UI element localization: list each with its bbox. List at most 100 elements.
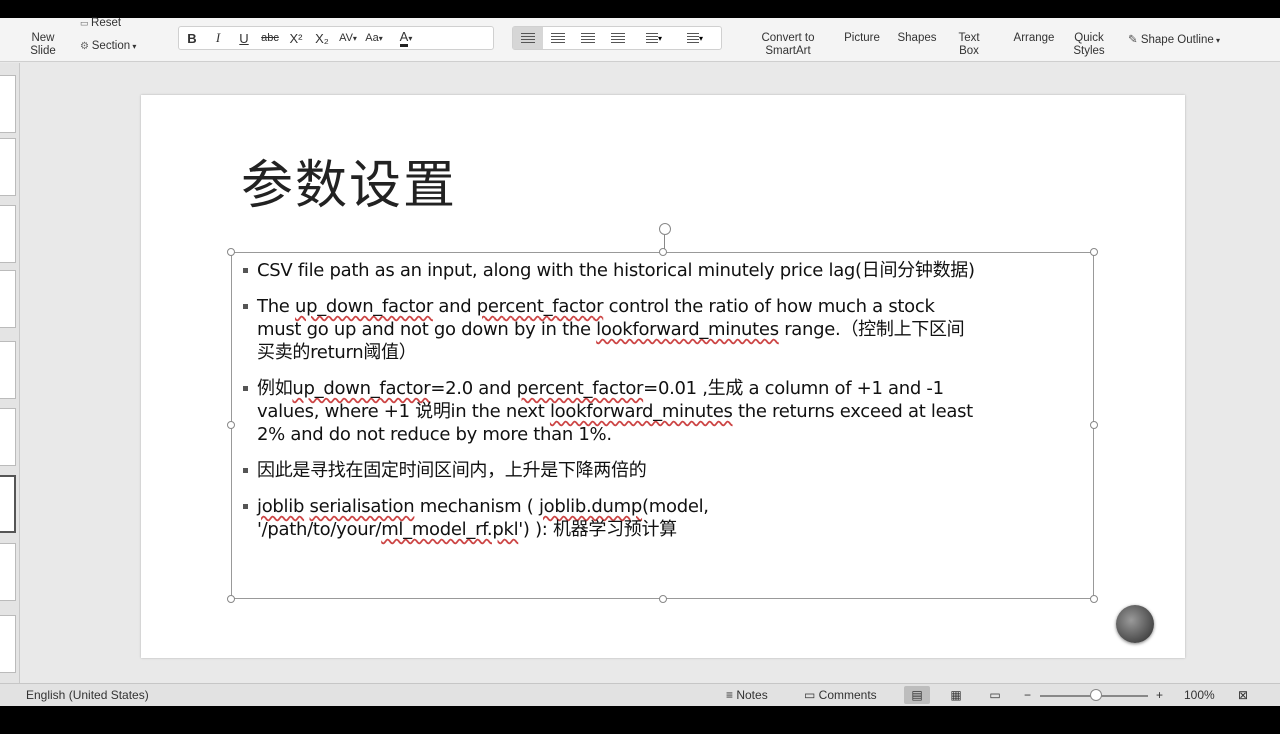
resize-handle[interactable] xyxy=(1090,248,1098,256)
new-slide-button[interactable]: New Slide xyxy=(28,32,58,58)
arrange-button[interactable]: Arrange xyxy=(1006,32,1062,45)
resize-handle[interactable] xyxy=(1090,421,1098,429)
normal-view-button[interactable]: ▤ xyxy=(904,686,930,704)
bullet-line: 因此是寻找在固定时间区间内，上升是下降两倍的 xyxy=(257,459,1087,482)
align-center-icon xyxy=(551,33,565,43)
chevron-down-icon: ▾ xyxy=(1213,36,1220,45)
slide-thumbnail[interactable] xyxy=(0,270,16,328)
underline-button[interactable]: U xyxy=(231,27,257,49)
strikethrough-button[interactable]: abc xyxy=(257,27,283,49)
convert-smartart-button[interactable]: Convert to SmartArt xyxy=(752,32,824,58)
bullet-text: =0.01 ,生成 a column of +1 and -1 xyxy=(643,378,944,399)
fit-to-window-button[interactable]: ⊠ xyxy=(1238,688,1248,702)
bold-button[interactable]: B xyxy=(179,27,205,49)
slide-thumbnail[interactable] xyxy=(0,205,16,263)
slide-title[interactable]: 参数设置 xyxy=(241,143,457,218)
resize-handle[interactable] xyxy=(659,248,667,256)
text-direction-button[interactable]: ▾ xyxy=(675,27,715,49)
reset-button[interactable]: ▭ Reset xyxy=(80,17,121,29)
bullet-line: 2% and do not reduce by more than 1%. xyxy=(257,423,1087,446)
bullet-item[interactable]: 因此是寻找在固定时间区间内，上升是下降两倍的 xyxy=(242,459,1087,482)
resize-handle[interactable] xyxy=(227,248,235,256)
spellcheck-word: ml_model_rf.pkl xyxy=(381,519,519,540)
spellcheck-word: serialisation xyxy=(309,496,415,517)
subscript-button[interactable]: X₂ xyxy=(309,27,335,49)
resize-handle[interactable] xyxy=(227,421,235,429)
bullet-text: The xyxy=(257,296,295,317)
resize-handle[interactable] xyxy=(227,595,235,603)
comments-button[interactable]: ▭ Comments xyxy=(804,688,877,702)
slide-thumbnail[interactable] xyxy=(0,75,16,133)
zoom-slider-knob[interactable] xyxy=(1090,689,1102,701)
grid-icon: ▦ xyxy=(950,688,962,702)
slide-thumbnail[interactable] xyxy=(0,615,16,673)
bullet-line: 买卖的return阈值） xyxy=(257,341,1087,364)
bullet-text: control the ratio of how much a stock xyxy=(603,296,935,317)
section-button[interactable]: ⚙ Section ▾ xyxy=(80,40,136,52)
record-button[interactable] xyxy=(1116,605,1154,643)
bullet-item[interactable]: CSV file path as an input, along with th… xyxy=(242,259,1087,282)
bullet-line: The up_down_factor and percent_factor co… xyxy=(257,295,1087,318)
normal-view-icon: ▤ xyxy=(911,688,923,702)
content-textbox[interactable]: CSV file path as an input, along with th… xyxy=(227,223,1098,603)
bullet-text: must go up and not go down by in the xyxy=(257,319,597,340)
bullet-item[interactable]: joblib serialisation mechanism ( joblib.… xyxy=(242,495,1087,541)
slide-canvas[interactable]: 参数设置 CSV file path as an input, along wi… xyxy=(141,95,1185,658)
rotate-handle-icon[interactable] xyxy=(659,223,671,235)
spellcheck-word: up_down_factor xyxy=(295,296,433,317)
chevron-down-icon: ▾ xyxy=(130,42,137,51)
align-left-button[interactable] xyxy=(513,27,543,49)
spellcheck-word: lookforward_minutes xyxy=(596,319,779,340)
slide-thumbnail[interactable] xyxy=(0,341,16,399)
align-center-button[interactable] xyxy=(543,27,573,49)
bullet-text: 例如 xyxy=(257,378,293,399)
status-bar: English (United States) ≡ Notes ▭ Commen… xyxy=(0,683,1280,706)
align-right-button[interactable] xyxy=(573,27,603,49)
zoom-out-button[interactable]: − xyxy=(1024,688,1031,702)
character-spacing-button[interactable]: AV ▾ xyxy=(335,27,361,49)
spellcheck-word: joblib.dump xyxy=(538,496,643,517)
resize-handle[interactable] xyxy=(1090,595,1098,603)
shape-outline-button[interactable]: ✎ Shape Outline ▾ xyxy=(1128,32,1220,46)
fit-window-icon: ⊠ xyxy=(1238,688,1249,702)
bullet-item[interactable]: The up_down_factor and percent_factor co… xyxy=(242,295,1087,364)
font-color-button[interactable]: A ▾ xyxy=(393,27,419,49)
justify-button[interactable] xyxy=(603,27,633,49)
language-indicator[interactable]: English (United States) xyxy=(26,688,149,702)
slide-thumbnail-selected[interactable] xyxy=(0,475,16,533)
bullet-list: CSV file path as an input, along with th… xyxy=(242,259,1087,554)
spellcheck-word: lookforward_minutes xyxy=(549,401,733,422)
bullet-line: joblib serialisation mechanism ( joblib.… xyxy=(257,495,1087,518)
resize-handle[interactable] xyxy=(659,595,667,603)
quick-styles-button[interactable]: Quick Styles xyxy=(1066,32,1112,58)
chevron-down-icon: ▾ xyxy=(657,33,662,43)
slide-thumbnail[interactable] xyxy=(0,408,16,466)
notes-button[interactable]: ≡ Notes xyxy=(726,688,768,702)
italic-button[interactable]: I xyxy=(205,27,231,49)
reading-view-button[interactable]: ▭ xyxy=(982,686,1008,704)
reading-view-icon: ▭ xyxy=(989,688,1001,702)
slide-thumbnail[interactable] xyxy=(0,138,16,196)
picture-button[interactable]: Picture xyxy=(838,32,886,45)
reset-icon: ▭ xyxy=(80,18,92,28)
bullet-item[interactable]: 例如up_down_factor=2.0 and percent_factor=… xyxy=(242,377,1087,446)
section-icon: ⚙ xyxy=(80,41,92,52)
spellcheck-word: percent_factor xyxy=(516,378,644,399)
slide-sorter-button[interactable]: ▦ xyxy=(943,686,969,704)
shapes-button[interactable]: Shapes xyxy=(893,32,941,45)
slide-thumbnail[interactable] xyxy=(0,543,16,601)
bullet-line: '/path/to/your/ml_model_rf.pkl') ): 机器学习… xyxy=(257,518,1087,541)
bullet-text: '/path/to/your/ xyxy=(257,519,382,540)
bottom-letterbox xyxy=(0,706,1280,734)
zoom-level[interactable]: 100% xyxy=(1184,688,1215,702)
columns-button[interactable]: ▾ xyxy=(633,27,675,49)
bullet-line: must go up and not go down by in the loo… xyxy=(257,318,1087,341)
change-case-button[interactable]: Aa ▾ xyxy=(361,27,387,49)
superscript-button[interactable]: X² xyxy=(283,27,309,49)
text-box-button[interactable]: Text Box xyxy=(950,32,988,58)
bullet-text: =2.0 and xyxy=(430,378,517,399)
bullet-text: mechanism ( xyxy=(414,496,539,517)
zoom-in-button[interactable]: + xyxy=(1156,688,1163,702)
pencil-icon: ✎ xyxy=(1128,34,1141,46)
ribbon-toolbar: New Slide ▭ Reset ⚙ Section ▾ B I U abc … xyxy=(0,17,1280,62)
